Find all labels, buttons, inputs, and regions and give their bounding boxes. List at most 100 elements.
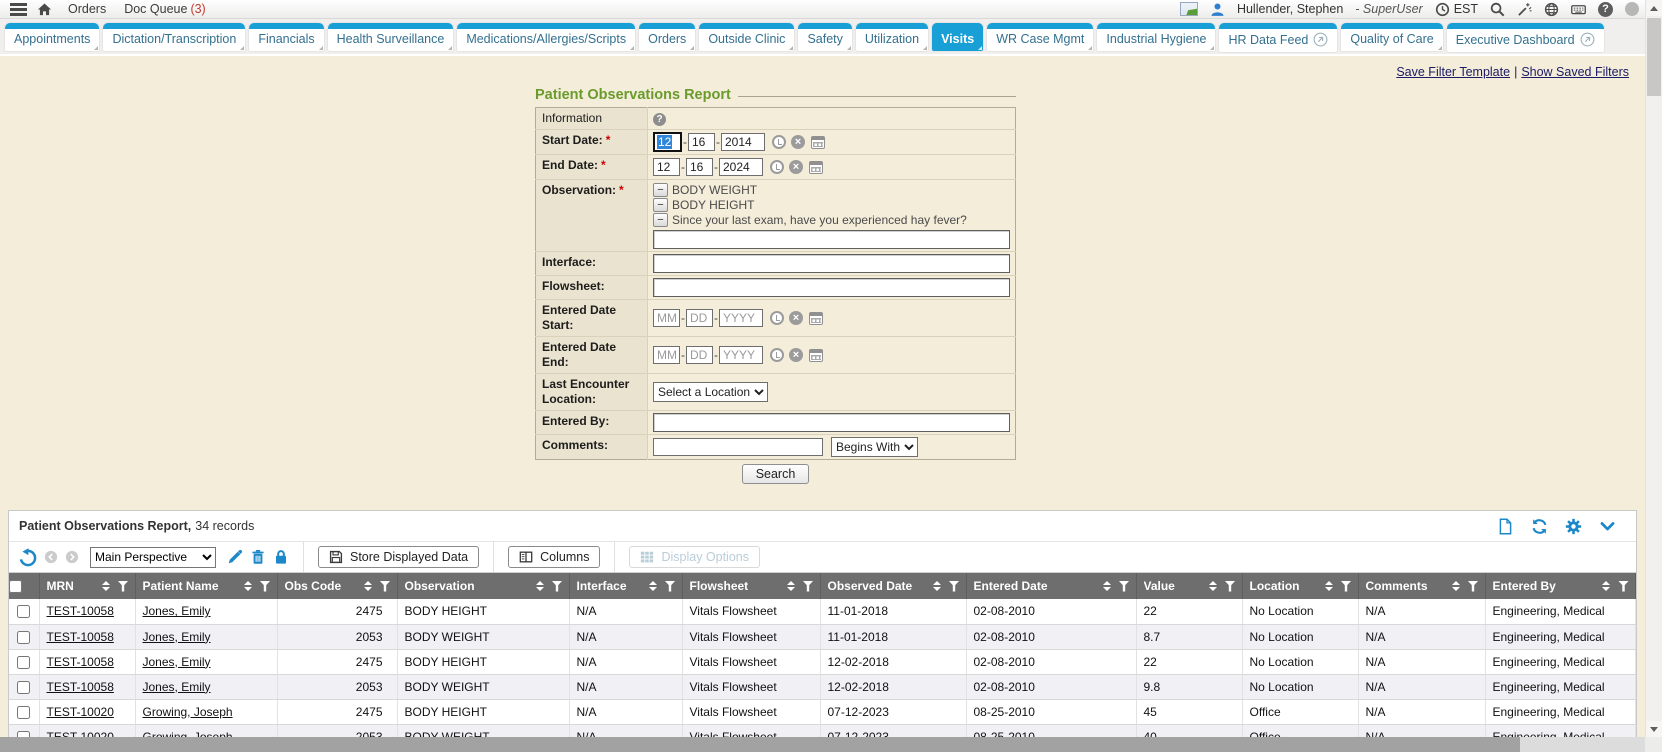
tab-industrial-hygiene[interactable]: Industrial Hygiene (1097, 23, 1215, 51)
patient-name-link[interactable]: Jones, Emily (143, 604, 211, 618)
table-row[interactable]: TEST-10020Growing, Joseph2053BODY WEIGHT… (9, 724, 1636, 737)
clear-date-icon[interactable] (789, 160, 803, 174)
entered-date-start-month-input[interactable] (653, 309, 680, 327)
table-row[interactable]: TEST-10058Jones, Emily2475BODY HEIGHTN/A… (9, 599, 1636, 624)
table-row[interactable]: TEST-10058Jones, Emily2053BODY WEIGHTN/A… (9, 624, 1636, 649)
user-icon[interactable] (1210, 2, 1225, 17)
tab-wr-case-mgmt[interactable]: WR Case Mgmt (987, 23, 1093, 51)
tab-safety[interactable]: Safety (798, 23, 851, 51)
start-date-month-input[interactable]: 12 (653, 132, 682, 152)
tab-appointments[interactable]: Appointments (5, 23, 99, 51)
entered-date-start-day-input[interactable] (686, 309, 713, 327)
remove-observation-button[interactable] (653, 183, 668, 197)
column-header-location[interactable]: Location (1242, 573, 1358, 599)
column-header-observation[interactable]: Observation (397, 573, 569, 599)
clear-date-icon[interactable] (789, 348, 803, 362)
home-icon[interactable] (37, 2, 52, 17)
end-date-year-input[interactable] (719, 158, 763, 176)
collapse-chevron-icon[interactable] (1599, 518, 1616, 535)
end-date-day-input[interactable] (686, 158, 713, 176)
store-displayed-data-button[interactable]: Store Displayed Data (318, 546, 479, 568)
patient-name-link[interactable]: Jones, Emily (143, 630, 211, 644)
tab-hr-data-feed[interactable]: HR Data Feed (1219, 23, 1337, 52)
entered-date-end-month-input[interactable] (653, 346, 680, 364)
interface-input[interactable] (653, 254, 1010, 273)
filter-icon[interactable] (380, 581, 391, 592)
comments-match-select[interactable]: Begins With (831, 437, 918, 457)
entered-date-end-year-input[interactable] (719, 346, 763, 364)
mrn-link[interactable]: TEST-10058 (47, 604, 114, 618)
columns-button[interactable]: Columns (508, 546, 600, 568)
filter-icon[interactable] (1468, 581, 1479, 592)
time-icon[interactable] (770, 311, 784, 325)
row-checkbox[interactable] (17, 631, 30, 644)
info-help-icon[interactable] (653, 113, 666, 126)
wand-icon[interactable] (1517, 2, 1532, 17)
picture-icon[interactable] (1180, 2, 1198, 16)
filter-icon[interactable] (260, 581, 271, 592)
patient-name-link[interactable]: Growing, Joseph (143, 730, 233, 738)
mrn-link[interactable]: TEST-10058 (47, 655, 114, 669)
row-checkbox[interactable] (17, 605, 30, 618)
calendar-icon[interactable] (809, 312, 823, 325)
show-saved-filters-link[interactable]: Show Saved Filters (1521, 65, 1629, 79)
back-icon[interactable] (44, 550, 58, 564)
mrn-link[interactable]: TEST-10058 (47, 680, 114, 694)
search-button[interactable]: Search (742, 464, 810, 484)
row-checkbox[interactable] (17, 681, 30, 694)
patient-name-link[interactable]: Jones, Emily (143, 680, 211, 694)
scroll-up-button[interactable] (1646, 0, 1662, 16)
undo-icon[interactable] (18, 548, 37, 567)
table-row[interactable]: TEST-10058Jones, Emily2475BODY HEIGHTN/A… (9, 649, 1636, 674)
remove-observation-button[interactable] (653, 198, 668, 212)
tab-financials[interactable]: Financials (249, 23, 323, 51)
start-date-day-input[interactable] (688, 133, 715, 151)
filter-icon[interactable] (1618, 581, 1629, 592)
mrn-link[interactable]: TEST-10020 (47, 705, 114, 719)
sort-icon[interactable] (1602, 581, 1610, 591)
forward-icon[interactable] (65, 550, 79, 564)
sort-icon[interactable] (244, 581, 252, 591)
sort-icon[interactable] (1209, 581, 1217, 591)
gear-icon[interactable] (1565, 518, 1582, 535)
sort-icon[interactable] (536, 581, 544, 591)
nav-doc-queue[interactable]: Doc Queue(3) (124, 2, 206, 16)
calendar-icon[interactable] (809, 161, 823, 174)
column-header-observed-date[interactable]: Observed Date (820, 573, 966, 599)
sort-icon[interactable] (1103, 581, 1111, 591)
calendar-icon[interactable] (811, 136, 825, 149)
tab-medications-allergies-scripts[interactable]: Medications/Allergies/Scripts (457, 23, 635, 51)
tab-quality-of-care[interactable]: Quality of Care (1341, 23, 1442, 51)
row-checkbox[interactable] (17, 656, 30, 669)
last-encounter-location-select[interactable]: Select a Location (653, 382, 768, 402)
tab-visits[interactable]: Visits (932, 23, 983, 51)
sort-icon[interactable] (933, 581, 941, 591)
observation-search-input[interactable] (653, 230, 1010, 249)
delete-trash-icon[interactable] (250, 549, 266, 565)
sort-icon[interactable] (649, 581, 657, 591)
tab-executive-dashboard[interactable]: Executive Dashboard (1447, 23, 1604, 52)
filter-icon[interactable] (552, 581, 563, 592)
sort-icon[interactable] (102, 581, 110, 591)
perspective-select[interactable]: Main Perspective (90, 547, 216, 568)
scroll-down-button[interactable] (1646, 721, 1662, 737)
filter-icon[interactable] (1225, 581, 1236, 592)
save-filter-template-link[interactable]: Save Filter Template (1396, 65, 1510, 79)
calendar-icon[interactable] (809, 349, 823, 362)
vertical-scroll-thumb[interactable] (1647, 18, 1661, 96)
keyboard-icon[interactable] (1571, 2, 1586, 17)
table-row[interactable]: TEST-10020Growing, Joseph2475BODY HEIGHT… (9, 699, 1636, 724)
sort-icon[interactable] (364, 581, 372, 591)
nav-orders[interactable]: Orders (68, 2, 106, 16)
sort-icon[interactable] (1452, 581, 1460, 591)
mrn-link[interactable]: TEST-10020 (47, 730, 114, 738)
filter-icon[interactable] (665, 581, 676, 592)
filter-icon[interactable] (949, 581, 960, 592)
new-document-icon[interactable] (1497, 518, 1514, 535)
search-icon[interactable] (1490, 2, 1505, 17)
select-all-checkbox[interactable] (9, 580, 22, 593)
start-date-year-input[interactable] (721, 133, 765, 151)
edit-pencil-icon[interactable] (227, 549, 243, 565)
tab-outside-clinic[interactable]: Outside Clinic (699, 23, 794, 51)
timezone-widget[interactable]: EST (1435, 2, 1478, 17)
